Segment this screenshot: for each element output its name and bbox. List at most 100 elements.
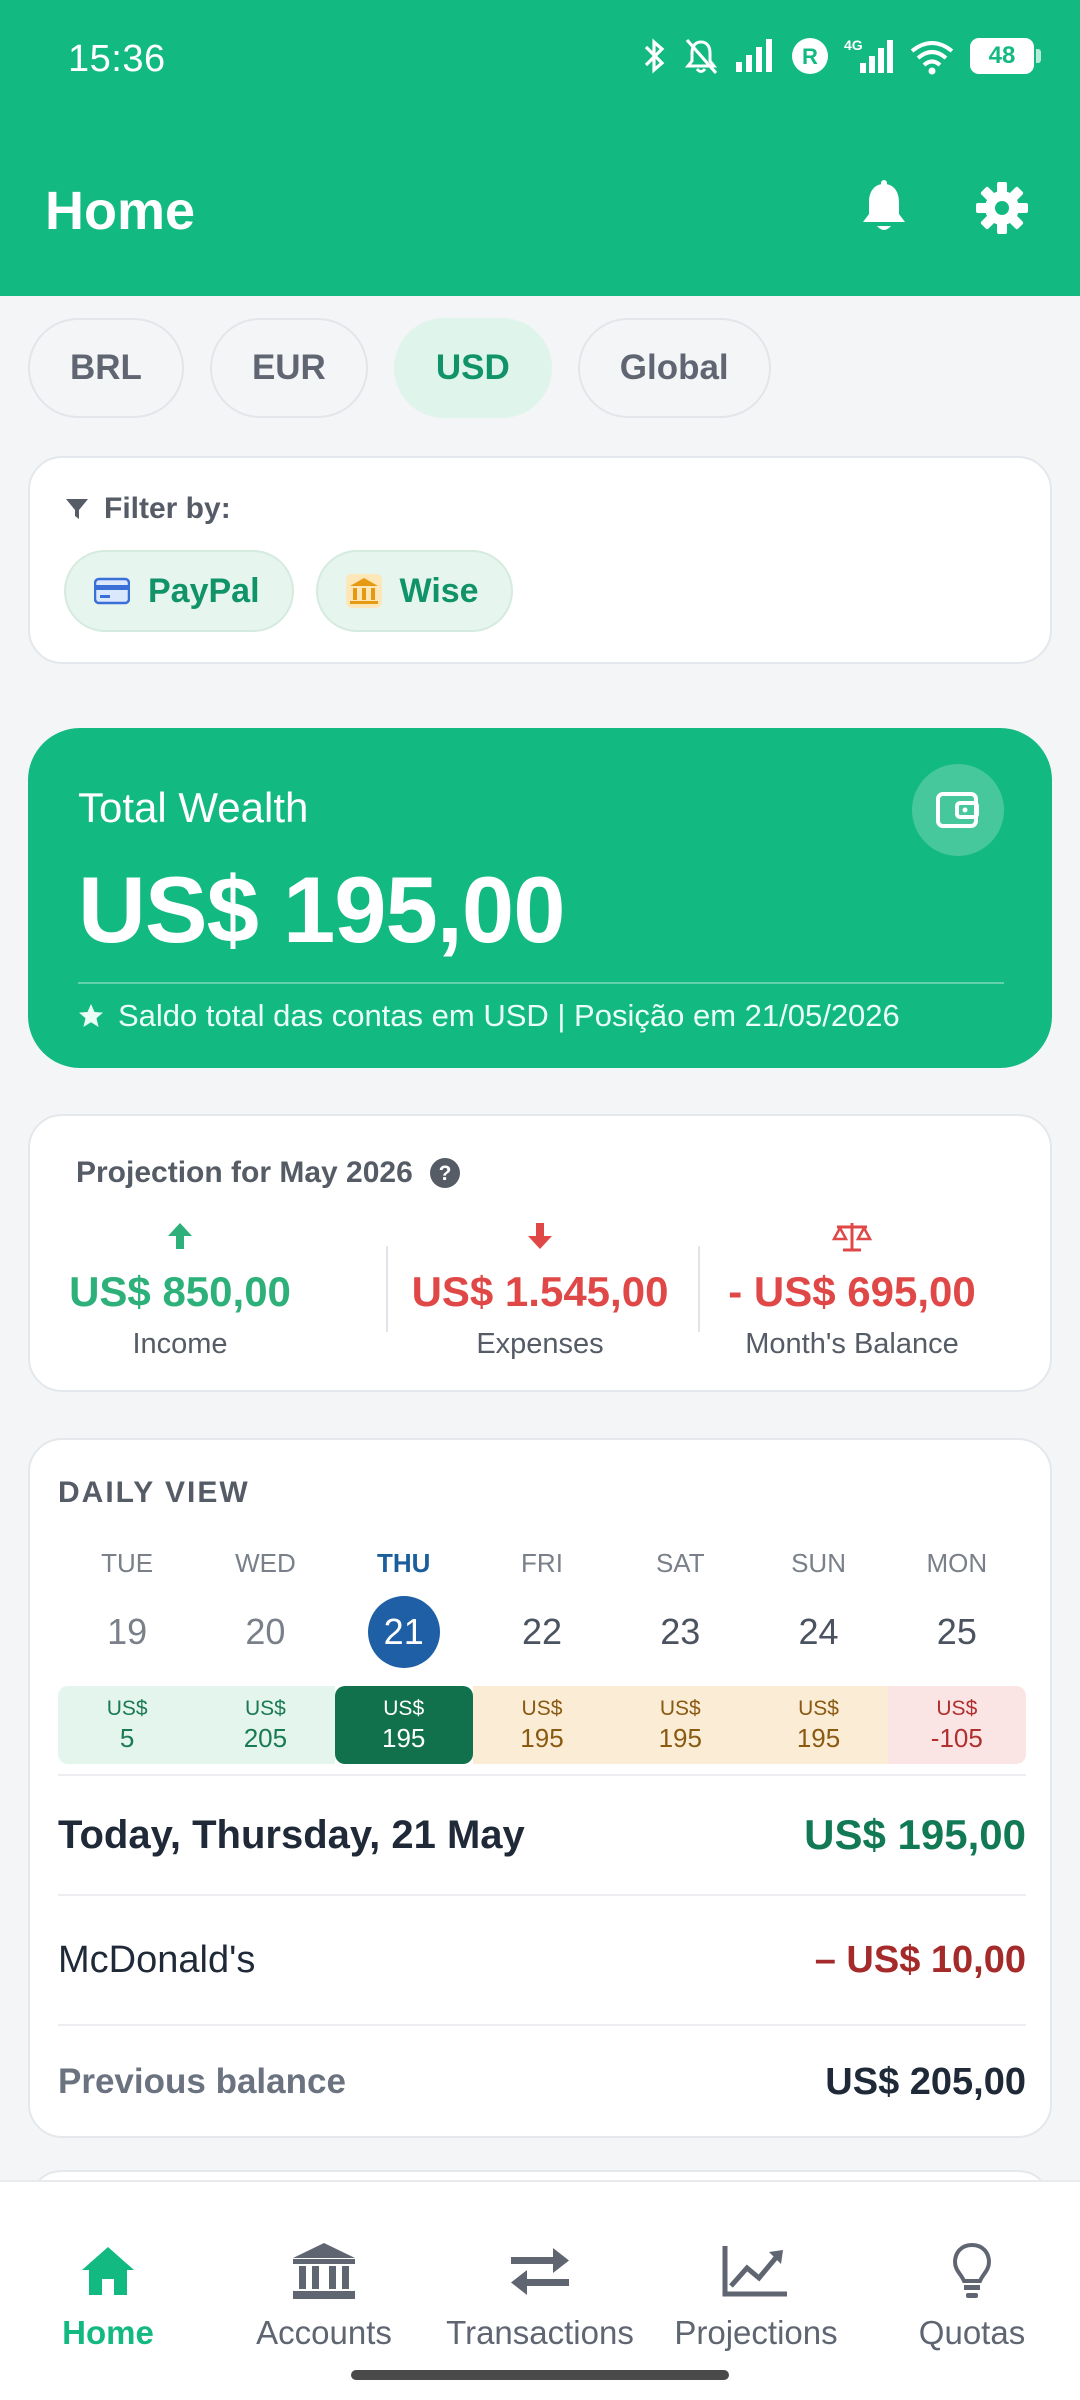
status-time: 15:36 — [68, 38, 166, 80]
nav-home[interactable]: Home — [0, 2236, 216, 2352]
transaction-name: McDonald's — [58, 1938, 256, 1981]
filter-chip-paypal[interactable]: PayPal — [64, 550, 294, 632]
day-balance-value: 195 — [658, 1723, 702, 1754]
day-cell-today[interactable]: THU 21 US$ 195 — [334, 1548, 473, 1764]
currency-tab-global[interactable]: Global — [577, 318, 771, 418]
app-header: 15:36 R 4G 48 Home — [0, 0, 1080, 296]
day-cell[interactable]: SUN 24 US$ 195 — [749, 1548, 888, 1764]
nav-quotas[interactable]: Quotas — [864, 2236, 1080, 2352]
bottom-navigation: Home Accounts Transactions Projections Q… — [0, 2180, 1080, 2400]
currency-tab-brl[interactable]: BRL — [28, 318, 184, 418]
wealth-note: Saldo total das contas em USD | Posição … — [78, 998, 900, 1034]
day-balance-currency: US$ — [106, 1697, 148, 1721]
status-icons: R 4G 48 — [642, 34, 1041, 78]
day-balance-value: 195 — [796, 1723, 841, 1754]
today-summary-row: Today, Thursday, 21 May US$ 195,00 — [58, 1774, 1026, 1894]
page-title: Home — [45, 181, 196, 241]
total-wealth-label: Total Wealth — [78, 784, 309, 831]
currency-tabs: BRL EUR USD Global — [28, 318, 771, 418]
day-balance: US$ 195 — [611, 1686, 750, 1764]
roaming-icon: R — [792, 38, 828, 74]
day-of-week: SUN — [791, 1548, 846, 1578]
signal-4g-icon: 4G — [844, 37, 893, 73]
gear-icon[interactable] — [972, 178, 1032, 238]
day-balance-currency: US$ — [936, 1697, 978, 1721]
income-amount: US$ 850,00 — [69, 1268, 291, 1315]
filter-chip-wise[interactable]: Wise — [315, 550, 513, 632]
daily-view-title: DAILY VIEW — [58, 1476, 250, 1509]
arrow-up-icon — [168, 1223, 192, 1249]
day-balance: US$ 195 — [472, 1686, 612, 1764]
total-wealth-card: Total Wealth US$ 195,00 Saldo total das … — [28, 728, 1052, 1068]
day-of-week: TUE — [101, 1548, 154, 1578]
bell-icon[interactable] — [854, 178, 914, 238]
currency-tab-eur[interactable]: EUR — [209, 318, 368, 418]
day-cell[interactable]: SAT 23 US$ 195 — [611, 1548, 750, 1764]
nav-projections[interactable]: Projections — [648, 2236, 864, 2352]
nav-label: Accounts — [256, 2314, 392, 2351]
filter-chip-label: Wise — [399, 571, 479, 610]
previous-balance-label: Previous balance — [58, 2062, 346, 2101]
battery-indicator: 48 — [970, 38, 1041, 74]
day-number: 24 — [798, 1611, 839, 1652]
day-cell[interactable]: TUE 19 US$ 5 — [58, 1548, 197, 1764]
day-balance: US$ -105 — [887, 1686, 1026, 1764]
total-wealth-amount: US$ 195,00 — [78, 857, 565, 962]
projection-header: Projection for May 2026 ? — [76, 1156, 461, 1190]
chart-line-icon — [722, 2246, 787, 2297]
day-balance-currency: US$ — [383, 1697, 425, 1721]
nav-accounts[interactable]: Accounts — [216, 2236, 432, 2352]
transfer-icon — [511, 2248, 569, 2295]
day-of-week: THU — [376, 1548, 431, 1578]
nav-transactions[interactable]: Transactions — [432, 2236, 648, 2352]
filter-label: Filter by: — [104, 492, 231, 525]
day-balance: US$ 5 — [58, 1686, 197, 1764]
day-of-week: MON — [926, 1548, 988, 1578]
wallet-button[interactable] — [912, 764, 1004, 856]
svg-text:R: R — [802, 44, 818, 69]
filter-card: Filter by: PayPal Wise — [28, 456, 1052, 664]
projection-divider — [386, 1246, 388, 1332]
day-of-week: WED — [235, 1548, 296, 1578]
day-balance-value: 205 — [243, 1723, 288, 1754]
nav-label: Projections — [674, 2314, 838, 2351]
projection-balance: - US$ 695,00 Month's Balance — [702, 1220, 1002, 1361]
projection-card: Projection for May 2026 ? US$ 850,00 Inc… — [28, 1114, 1052, 1392]
day-cell[interactable]: FRI 22 US$ 195 — [472, 1548, 612, 1764]
filter-header: Filter by: — [64, 492, 231, 526]
day-balance-currency: US$ — [521, 1697, 563, 1721]
day-cell[interactable]: MON 25 US$ -105 — [887, 1548, 1026, 1764]
wealth-divider — [78, 982, 1004, 984]
day-of-week: FRI — [521, 1548, 563, 1578]
today-label: Today, Thursday, 21 May — [58, 1812, 525, 1857]
projection-title: Projection for May 2026 — [76, 1156, 413, 1189]
previous-balance-row: Previous balance US$ 205,00 — [58, 2024, 1026, 2138]
svg-text:4G: 4G — [844, 37, 863, 53]
day-strip: TUE 19 US$ 5 WED 20 US$ 205 THU 21 US$ 195 … — [58, 1548, 1026, 1764]
transaction-amount: – US$ 10,00 — [814, 1938, 1026, 1981]
svg-text:?: ? — [438, 1162, 451, 1185]
day-cell[interactable]: WED 20 US$ 205 — [196, 1548, 335, 1764]
day-of-week: SAT — [655, 1548, 705, 1578]
day-number: 22 — [521, 1611, 562, 1652]
day-number: 25 — [936, 1611, 977, 1652]
arrow-down-icon — [528, 1223, 552, 1249]
currency-tab-usd[interactable]: USD — [393, 318, 552, 418]
daily-view-card: DAILY VIEW TUE 19 US$ 5 WED 20 US$ 205 THU… — [28, 1438, 1052, 2138]
status-bar: 15:36 R 4G 48 — [0, 0, 1080, 120]
previous-balance-amount: US$ 205,00 — [825, 2060, 1026, 2103]
month-balance-label: Month's Balance — [745, 1328, 959, 1360]
projection-expenses: US$ 1.545,00 Expenses — [390, 1220, 690, 1361]
transaction-row[interactable]: McDonald's – US$ 10,00 — [58, 1894, 1026, 2024]
filter-icon — [66, 499, 88, 519]
help-icon[interactable]: ? — [429, 1157, 461, 1189]
nav-label: Home — [62, 2314, 154, 2351]
balance-scale-icon — [832, 1223, 872, 1252]
day-balance-currency: US$ — [798, 1697, 839, 1721]
home-indicator[interactable] — [351, 2370, 729, 2380]
lightbulb-icon — [952, 2242, 992, 2298]
wallet-icon — [936, 792, 979, 828]
day-number: 19 — [107, 1611, 148, 1652]
day-number: 20 — [245, 1611, 286, 1652]
day-number-selected: 21 — [367, 1596, 440, 1668]
